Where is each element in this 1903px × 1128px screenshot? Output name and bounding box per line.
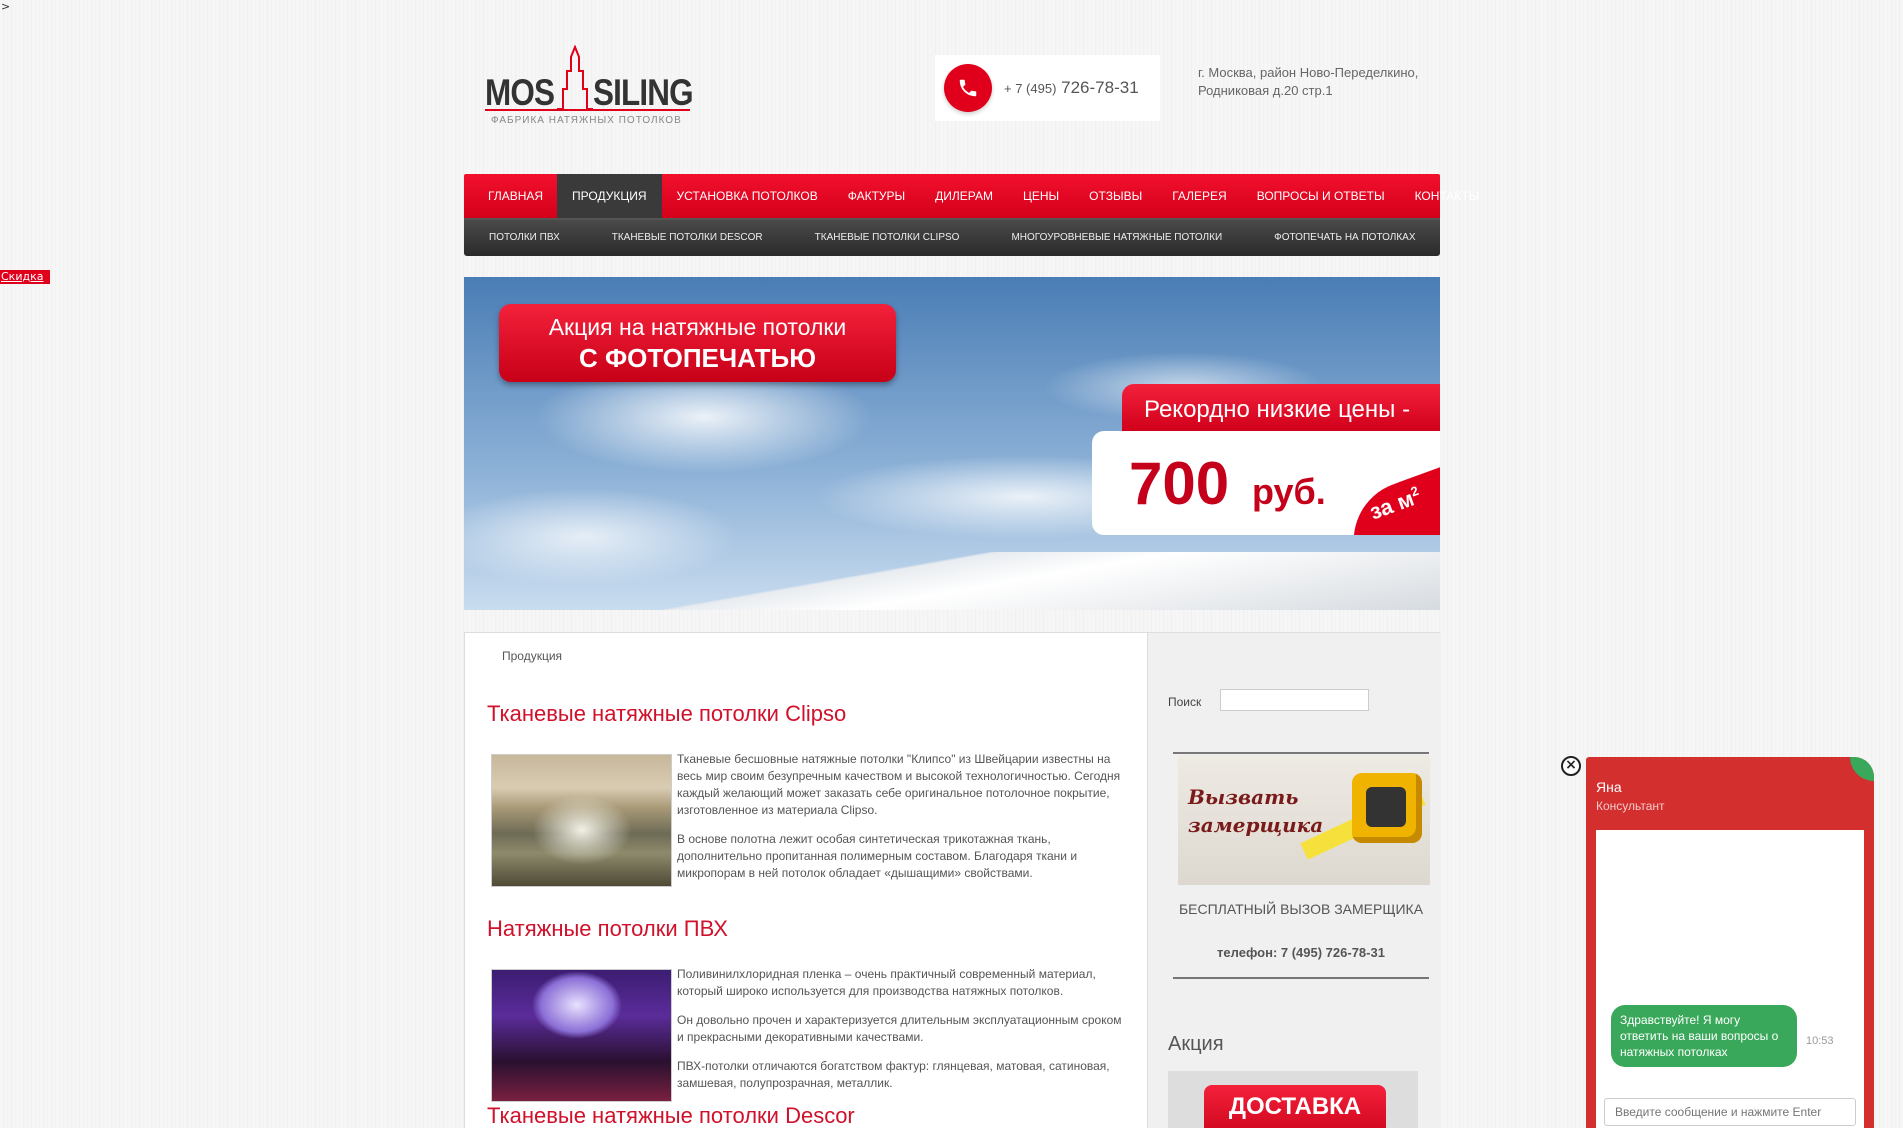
article-paragraph: В основе полотна лежит особая синтетичес… [677,832,1078,880]
nav-item-reviews[interactable]: Отзывы [1074,174,1157,218]
subnav-item-multilevel[interactable]: Многоуровневые натяжные потолки [986,220,1249,256]
chat-message-input[interactable] [1604,1098,1856,1126]
measure-call-banner[interactable]: Вызвать замерщика [1178,755,1430,885]
measure-phone: телефон: 7 (495) 726-78-31 [1217,945,1385,960]
logo-text-left: MOS [485,72,555,113]
promo-thumbnail-label: ДОСТАВКА [1204,1085,1386,1128]
nav-item-dealers[interactable]: Дилерам [920,174,1008,218]
price-value: 700 [1129,450,1230,517]
header-phone[interactable]: + 7 (495) 726-78-31 [935,55,1160,121]
promo-title-line-1: Акция на натяжные потолки [548,314,847,340]
sub-nav: Потолки ПВХ Тканевые потолки Descor Ткан… [464,218,1440,256]
phone-icon [944,64,992,112]
sidebar-divider [1173,977,1429,979]
nav-item-faq[interactable]: Вопросы и ответы [1242,174,1400,218]
nav-item-contacts[interactable]: Контакты [1400,174,1495,218]
subnav-item-descor[interactable]: Тканевые потолки Descor [587,220,790,256]
article-paragraph: ПВХ-потолки отличаются богатством фактур… [677,1059,1110,1090]
main-nav: Главная Продукция Установка потолков Фак… [464,174,1479,218]
article-image-clipso[interactable] [491,754,672,887]
measure-caption: Бесплатный вызов замерщика [1178,901,1424,917]
search-input[interactable] [1220,689,1369,711]
subnav-item-photoprint[interactable]: Фотопечать на потолках [1249,220,1442,256]
sidebar-divider [1173,752,1429,754]
corner-char: > [1,0,11,13]
chat-close-icon[interactable]: × [1561,756,1581,776]
nav-item-home[interactable]: Главная [464,174,557,218]
promo-title-line-2: С ФОТОПЕЧАТЬЮ [578,343,817,373]
article-title-descor[interactable]: Тканевые натяжные потолки Descor [487,1103,855,1128]
subnav-item-pvc[interactable]: Потолки ПВХ [464,220,587,256]
banner-cornice-image [464,552,1440,610]
address-line-1: г. Москва, район Ново-Переделкино, [1198,65,1419,80]
phone-digits: 726-78-31 [1061,78,1139,97]
measure-line-2: замерщика [1188,813,1324,837]
chat-body: Здравствуйте! Я могу ответить на ваши во… [1596,830,1864,1128]
online-status-icon [1850,757,1874,781]
article-text-pvc: Поливинилхлоридная пленка – очень практи… [677,966,1122,1104]
article-text-clipso: Тканевые бесшовные натяжные потолки "Кли… [677,751,1122,894]
promo-heading: Акция [1168,1033,1224,1055]
promo-title-box: Акция на натяжные потолки С ФОТОПЕЧАТЬЮ [499,304,896,382]
measure-banner-text: Вызвать замерщика [1188,783,1323,839]
sidebar: Поиск Вызвать замерщика Бесплатный вызов… [1147,633,1441,1128]
chat-widget: Яна Консультант Здравствуйте! Я могу отв… [1586,757,1874,1128]
chat-message-time: 10:53 [1806,1035,1834,1047]
promo-thumbnail[interactable]: ДОСТАВКА [1168,1071,1418,1128]
breadcrumb: Продукция [502,649,563,663]
chat-agent-name: Яна [1596,779,1622,795]
tower-icon [557,45,593,110]
nav-item-products[interactable]: Продукция [557,174,662,218]
logo-divider [485,109,690,111]
phone-number: + 7 (495) 726-78-31 [1004,78,1139,98]
site-logo[interactable]: MOS SILING ФАБРИКА НАТЯЖНЫХ ПОТОЛКОВ [483,45,694,130]
logo-subtitle: ФАБРИКА НАТЯЖНЫХ ПОТОЛКОВ [491,115,682,126]
subnav-item-clipso[interactable]: Тканевые потолки Clipso [790,220,987,256]
measure-line-1: Вызвать [1188,785,1299,809]
chat-message: Здравствуйте! Я могу ответить на ваши во… [1611,1005,1797,1067]
article-title-clipso[interactable]: Тканевые натяжные потолки Clipso [487,701,846,727]
logo-text-right: SILING [593,72,694,113]
article-paragraph: Тканевые бесшовные натяжные потолки "Кли… [677,752,1121,817]
discount-tab[interactable]: Скидка [0,270,50,284]
header-address: г. Москва, район Ново-Переделкино, Родни… [1198,64,1438,100]
address-line-2: Родниковая д.20 стр.1 [1198,83,1333,98]
article-image-pvc[interactable] [491,969,672,1102]
promo-banner[interactable]: Акция на натяжные потолки С ФОТОПЕЧАТЬЮ … [464,277,1440,610]
chat-agent-role: Консультант [1596,799,1665,813]
tape-measure-icon [1352,773,1422,843]
phone-prefix: + 7 (495) [1004,81,1057,96]
price-box: 700 руб. за м2 [1092,431,1440,535]
main-content: Продукция Тканевые натяжные потолки Clip… [464,632,1441,1128]
nav-item-prices[interactable]: Цены [1008,174,1074,218]
record-price-label: Рекордно низкие цены - [1122,384,1440,432]
nav-item-textures[interactable]: Фактуры [833,174,920,218]
article-paragraph: Он довольно прочен и характеризуется дли… [677,1013,1122,1044]
nav-item-gallery[interactable]: Галерея [1157,174,1242,218]
nav-item-installation[interactable]: Установка потолков [662,174,833,218]
search-label: Поиск [1168,695,1202,709]
article-paragraph: Поливинилхлоридная пленка – очень практи… [677,967,1096,998]
price-currency: руб. [1252,471,1326,512]
article-title-pvc[interactable]: Натяжные потолки ПВХ [487,916,728,942]
